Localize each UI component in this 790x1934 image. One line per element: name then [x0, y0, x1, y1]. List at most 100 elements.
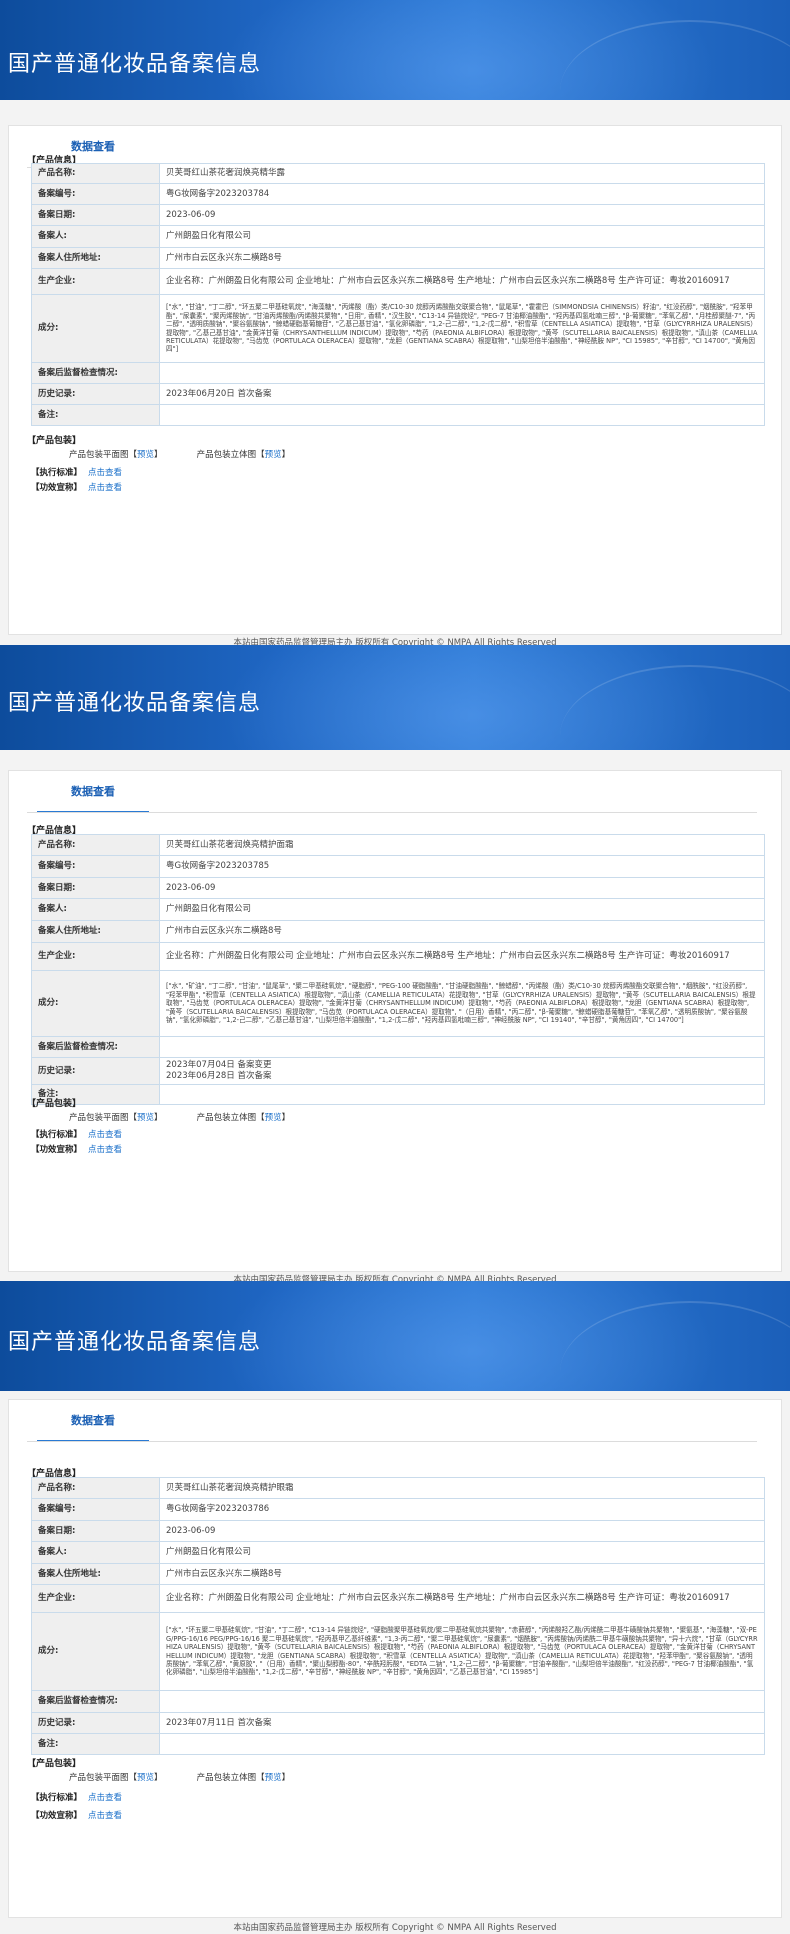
stereo-preview-link[interactable]: 预览: [265, 1113, 282, 1123]
package-label: 【产品包装】: [27, 1759, 82, 1769]
flat-image-label: 产品包装平面图: [69, 1773, 129, 1783]
record-date: 2023-06-09: [159, 1520, 765, 1542]
remarks-value: [159, 404, 765, 426]
standard-view-link[interactable]: 点击查看: [88, 1793, 122, 1803]
product-name: 贝芙哥红山茶花奢润焕亮精华露: [159, 163, 765, 184]
flat-preview-link[interactable]: 预览: [137, 1773, 154, 1783]
history-list: 2023年07月11日 首次备案: [159, 1712, 765, 1734]
key-date: 备案日期:: [31, 877, 160, 899]
tab-data-view[interactable]: 数据查看: [37, 785, 149, 813]
tab-bar: 数据查看: [27, 1400, 757, 1442]
stereo-image-label: 产品包装立体图: [196, 450, 257, 460]
efficacy-view-link[interactable]: 点击查看: [88, 483, 122, 493]
table-row: 产品名称: 贝芙哥红山茶花奢润焕亮精护眼霜: [31, 1477, 765, 1499]
detail-panel: 数据查看 【产品信息】 产品名称: 贝芙哥红山茶花奢润焕亮精护眼霜 备案编号: 粤G…: [8, 1399, 782, 1918]
table-row: 备案编号: 粤G妆网备字2023203785: [31, 855, 765, 878]
key-supervision: 备案后监督检查情况:: [31, 1036, 160, 1058]
table-row: 备案人: 广州朗盈日化有限公司: [31, 898, 765, 921]
record-code: 粤G妆网备字2023203784: [159, 183, 765, 205]
efficacy-row: 【功效宣称】 点击查看: [31, 1143, 122, 1155]
record-address: 广州市白云区永兴东二横路8号: [159, 920, 765, 943]
key-ingredients: 成分:: [31, 1612, 160, 1691]
key-person: 备案人:: [31, 225, 160, 248]
bracket: 】: [154, 1113, 163, 1123]
key-producer: 生产企业:: [31, 268, 160, 295]
key-name: 产品名称:: [31, 1477, 160, 1499]
standard-label: 【执行标准】: [31, 468, 83, 478]
table-row: 备注:: [31, 1084, 765, 1105]
remarks-value: [159, 1733, 765, 1755]
stereo-preview-link[interactable]: 预览: [265, 1773, 282, 1783]
standard-row: 【执行标准】 点击查看: [31, 1128, 122, 1140]
record-section-1: 国产普通化妆品备案信息 数据查看 【产品信息】 产品名称: 贝芙哥红山茶花奢润焕亮…: [0, 0, 790, 648]
record-section-2: 国产普通化妆品备案信息 数据查看 【产品信息】 产品名称: 贝芙哥红山茶花奢润焕亮…: [0, 645, 790, 1285]
table-row: 成分: ["水", "甘油", "丁二醇", "环五聚二甲基硅氧烷", "海藻糖"…: [31, 294, 765, 363]
key-person: 备案人:: [31, 898, 160, 921]
producer-info: 企业名称：广州朗盈日化有限公司 企业地址：广州市白云区永兴东二横路8号 生产地址…: [159, 268, 765, 295]
key-supervision: 备案后监督检查情况:: [31, 1690, 160, 1713]
flat-preview-link[interactable]: 预览: [137, 1113, 154, 1123]
detail-panel: 数据查看 【产品信息】 产品名称: 贝芙哥红山茶花奢润焕亮精华露 备案编号: 粤G妆…: [8, 125, 782, 635]
stereo-image-label: 产品包装立体图: [196, 1113, 257, 1123]
package-links: 产品包装平面图【预览】 产品包装立体图【预览】: [69, 448, 290, 460]
table-row: 备注:: [31, 1733, 765, 1755]
key-address: 备案人住所地址:: [31, 247, 160, 269]
remarks-value: [159, 1084, 765, 1105]
bracket: 】: [154, 1773, 163, 1783]
table-row: 产品名称: 贝芙哥红山茶花奢润焕亮精护面霜: [31, 834, 765, 856]
standard-view-link[interactable]: 点击查看: [88, 1130, 122, 1140]
key-date: 备案日期:: [31, 204, 160, 226]
efficacy-label: 【功效宣称】: [31, 483, 83, 493]
key-person: 备案人:: [31, 1541, 160, 1564]
bracket: 【: [256, 450, 265, 460]
history-list: 2023年07月04日 备案变更 2023年06月28日 首次备案: [159, 1057, 765, 1085]
bracket: 】: [281, 1773, 291, 1783]
key-code: 备案编号:: [31, 183, 160, 205]
bracket: 【: [128, 1113, 138, 1123]
record-code: 粤G妆网备字2023203786: [159, 1498, 765, 1521]
stereo-preview-link[interactable]: 预览: [265, 450, 282, 460]
key-history: 历史记录:: [31, 1712, 160, 1734]
package-links: 产品包装平面图【预览】 产品包装立体图【预览】: [69, 1771, 290, 1783]
key-history: 历史记录:: [31, 383, 160, 405]
table-row: 备案日期: 2023-06-09: [31, 877, 765, 899]
table-row: 历史记录: 2023年06月20日 首次备案: [31, 383, 765, 405]
table-row: 备案后监督检查情况:: [31, 1036, 765, 1058]
table-row: 成分: ["水", "环五聚二甲基硅氧烷", "甘油", "丁二醇", "C13-…: [31, 1612, 765, 1691]
tab-bar: 数据查看: [27, 771, 757, 813]
standard-label: 【执行标准】: [31, 1793, 83, 1803]
flat-preview-link[interactable]: 预览: [137, 450, 154, 460]
tab-divider: [27, 812, 757, 813]
record-address: 广州市白云区永兴东二横路8号: [159, 1563, 765, 1585]
key-producer: 生产企业:: [31, 942, 160, 971]
supervision-value: [159, 1036, 765, 1058]
key-code: 备案编号:: [31, 855, 160, 878]
key-history: 历史记录:: [31, 1057, 160, 1085]
key-ingredients: 成分:: [31, 970, 160, 1037]
product-info-table: 产品名称: 贝芙哥红山茶花奢润焕亮精护眼霜 备案编号: 粤G妆网备字20232037…: [31, 1477, 765, 1755]
table-row: 产品名称: 贝芙哥红山茶花奢润焕亮精华露: [31, 163, 765, 184]
record-address: 广州市白云区永兴东二横路8号: [159, 247, 765, 269]
ingredients-list: ["水", "环五聚二甲基硅氧烷", "甘油", "丁二醇", "C13-14 …: [159, 1612, 765, 1691]
efficacy-label: 【功效宣称】: [31, 1145, 83, 1155]
key-address: 备案人住所地址:: [31, 920, 160, 943]
efficacy-view-link[interactable]: 点击查看: [88, 1811, 122, 1821]
table-row: 备案日期: 2023-06-09: [31, 1520, 765, 1542]
page-title: 国产普通化妆品备案信息: [8, 52, 262, 77]
table-row: 备注:: [31, 404, 765, 426]
bracket: 【: [128, 450, 138, 460]
product-info-table: 产品名称: 贝芙哥红山茶花奢润焕亮精华露 备案编号: 粤G妆网备字202320378…: [31, 163, 765, 426]
efficacy-row: 【功效宣称】 点击查看: [31, 1809, 122, 1821]
efficacy-view-link[interactable]: 点击查看: [88, 1145, 122, 1155]
tab-data-view[interactable]: 数据查看: [37, 1414, 149, 1442]
table-row: 成分: ["水", "矿油", "丁二醇", "甘油", "鼠尾草", "聚二甲基…: [31, 970, 765, 1037]
table-row: 备案人住所地址: 广州市白云区永兴东二横路8号: [31, 247, 765, 269]
key-ingredients: 成分:: [31, 294, 160, 363]
table-row: 备案编号: 粤G妆网备字2023203786: [31, 1498, 765, 1521]
key-supervision: 备案后监督检查情况:: [31, 362, 160, 384]
standard-view-link[interactable]: 点击查看: [88, 468, 122, 478]
key-remarks: 备注:: [31, 1733, 160, 1755]
table-row: 备案人: 广州朗盈日化有限公司: [31, 225, 765, 248]
history-entry: 2023年06月20日 首次备案: [166, 388, 272, 399]
ingredients-list: ["水", "甘油", "丁二醇", "环五聚二甲基硅氧烷", "海藻糖", "…: [159, 294, 765, 363]
